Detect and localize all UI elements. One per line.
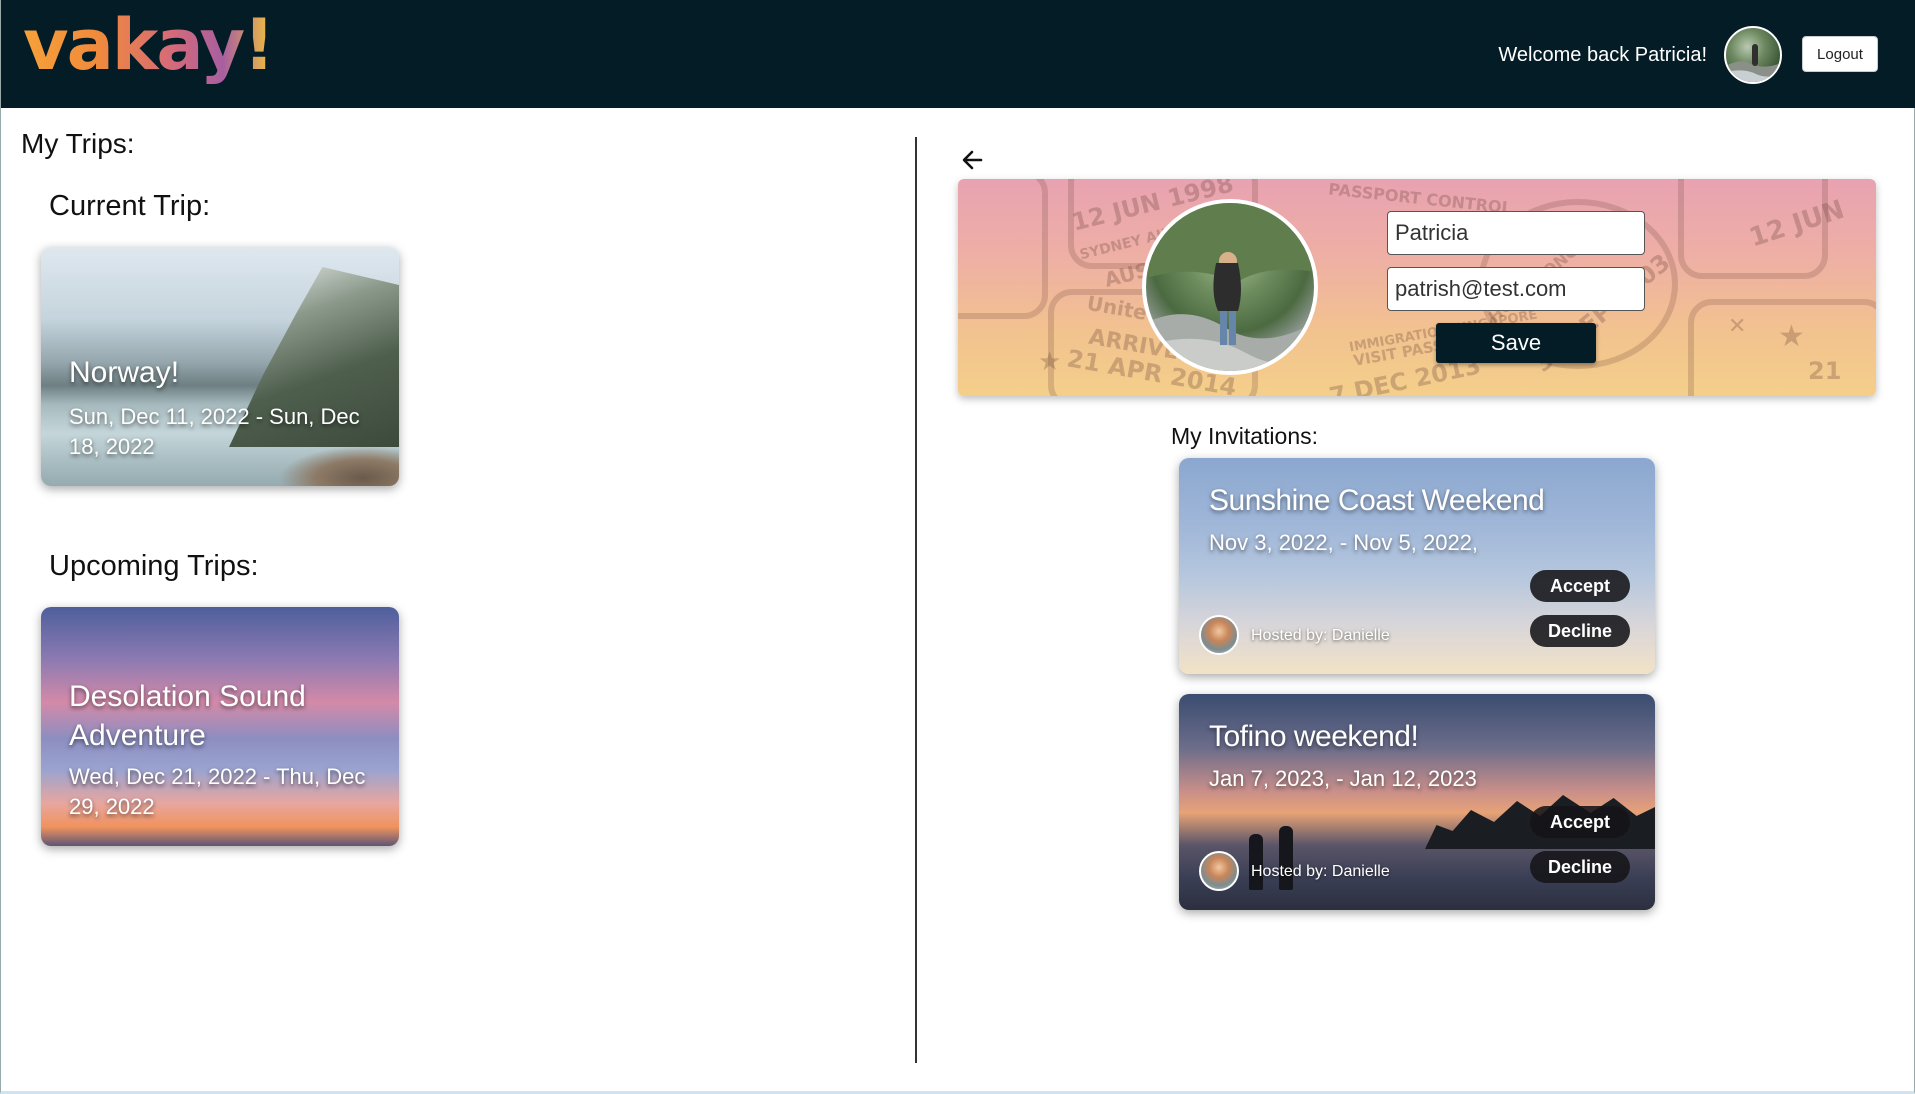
accept-button[interactable]: Accept [1530, 570, 1630, 602]
welcome-message: Welcome back Patricia! [1498, 44, 1707, 66]
invitation-dates: Jan 7, 2023, - Jan 12, 2023 [1209, 766, 1477, 791]
user-avatar-icon[interactable] [1724, 26, 1782, 84]
invitation-card-tofino[interactable]: Tofino weekend! Jan 7, 2023, - Jan 12, 2… [1179, 694, 1655, 910]
stamp-decoration: ★ [1038, 347, 1062, 377]
name-field[interactable] [1387, 211, 1645, 255]
decline-button[interactable]: Decline [1530, 615, 1630, 647]
app-page: vakay! Welcome back Patricia! Logout My … [0, 0, 1915, 1094]
invitation-dates: Nov 3, 2022, - Nov 5, 2022, [1209, 530, 1479, 555]
host-label: Hosted by: Danielle [1251, 863, 1390, 880]
stamp-decoration: ★ [1778, 319, 1805, 354]
host-avatar [1199, 615, 1239, 655]
arrow-left-icon[interactable] [959, 146, 987, 174]
upcoming-trips-heading: Upcoming Trips: [49, 550, 259, 582]
email-field[interactable] [1387, 267, 1645, 311]
profile-photo[interactable] [1142, 199, 1318, 375]
stamp-decoration [958, 179, 1048, 319]
stamp-decoration: ✕ [1728, 314, 1747, 339]
app-logo[interactable]: vakay! [23, 4, 275, 86]
logout-button[interactable]: Logout [1802, 36, 1878, 72]
invitation-title: Sunshine Coast Weekend [1209, 484, 1545, 517]
top-navbar: vakay! Welcome back Patricia! Logout [1, 0, 1915, 108]
trip-card-norway[interactable]: Norway! Sun, Dec 11, 2022 - Sun, Dec 18,… [41, 247, 399, 486]
host-avatar [1199, 851, 1239, 891]
my-trips-heading: My Trips: [21, 128, 135, 159]
my-invitations-heading: My Invitations: [1171, 423, 1318, 449]
profile-photo-image [1146, 203, 1314, 371]
invitation-card-sunshine-coast[interactable]: Sunshine Coast Weekend Nov 3, 2022, - No… [1179, 458, 1655, 674]
save-button[interactable]: Save [1436, 323, 1596, 363]
decline-button[interactable]: Decline [1530, 851, 1630, 883]
avatar-photo [1726, 44, 1780, 82]
trip-dates: Wed, Dec 21, 2022 - Thu, Dec 29, 2022 [69, 764, 366, 819]
invitation-title: Tofino weekend! [1209, 720, 1419, 753]
trip-title: Norway! [69, 356, 180, 389]
stamp-decoration: 21 [1808, 357, 1842, 385]
trip-card-desolation-sound[interactable]: Desolation Sound Adventure Wed, Dec 21, … [41, 607, 399, 846]
profile-banner: 12 JUN 1998 SYDNEY AIRPORT AUSTRALIA Uni… [958, 179, 1876, 396]
trip-dates: Sun, Dec 11, 2022 - Sun, Dec 18, 2022 [69, 404, 360, 459]
surfer-silhouette [1249, 834, 1263, 890]
host-label: Hosted by: Danielle [1251, 627, 1390, 644]
current-trip-heading: Current Trip: [49, 190, 211, 222]
accept-button[interactable]: Accept [1530, 806, 1630, 838]
column-divider [915, 137, 917, 1063]
trip-title: Desolation Sound Adventure [69, 680, 306, 752]
